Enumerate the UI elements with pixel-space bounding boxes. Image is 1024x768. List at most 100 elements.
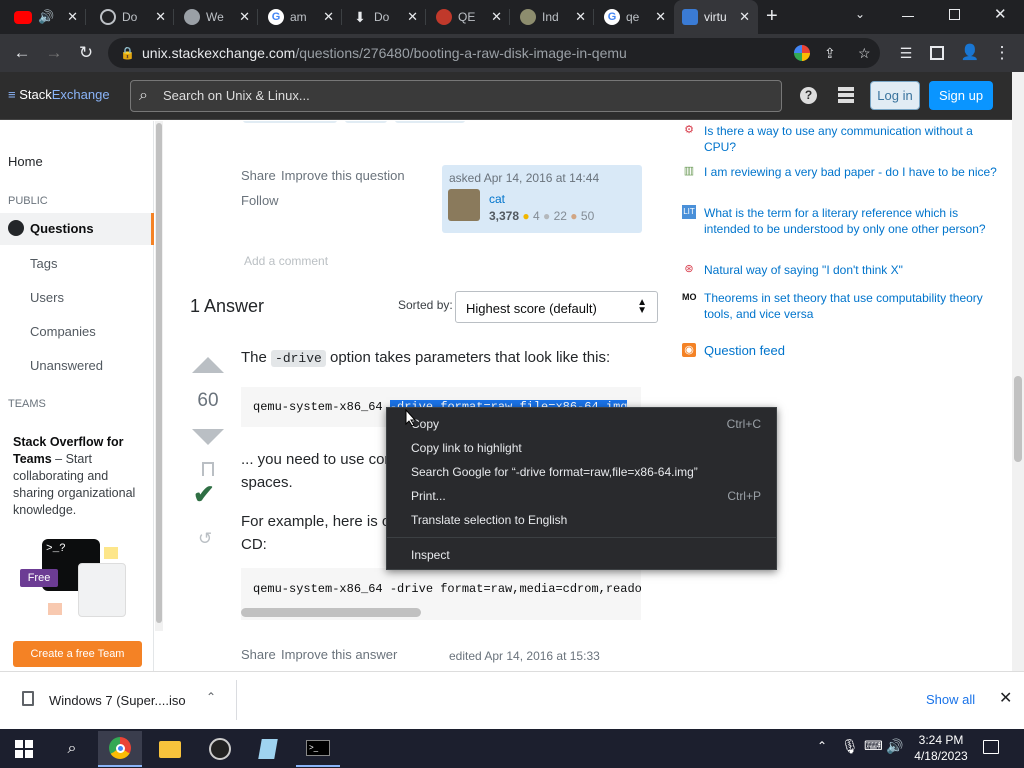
improve-question-link[interactable]: Improve this question <box>281 168 405 183</box>
user-link[interactable]: cat <box>489 192 505 206</box>
tab-ind[interactable]: Ind ✕ <box>512 0 594 34</box>
page-scrollbar[interactable] <box>1012 72 1024 671</box>
chevron-up-icon[interactable]: ⌃ <box>206 690 216 704</box>
clock[interactable]: 3:24 PM 4/18/2023 <box>906 732 976 764</box>
media-controls-icon[interactable]: ☰ <box>894 41 918 65</box>
tab-qe-google[interactable]: G qe ✕ <box>596 0 674 34</box>
tab-we[interactable]: We ✕ <box>176 0 258 34</box>
share-icon[interactable]: ⇪ <box>824 38 836 68</box>
close-tab-icon[interactable]: ✕ <box>739 9 750 25</box>
hot-question-link[interactable]: ⊛ Natural way of saying "I don't think X" <box>684 262 1004 278</box>
tab-virtu-active[interactable]: virtu ✕ <box>674 0 758 34</box>
tab-qe[interactable]: QE ✕ <box>428 0 510 34</box>
silver-count: 22 <box>553 209 567 223</box>
signup-button[interactable]: Sign up <box>929 81 993 110</box>
hot-question-link[interactable]: MO Theorems in set theory that use comput… <box>682 290 1004 322</box>
downvote-button[interactable] <box>192 429 224 445</box>
login-button[interactable]: Log in <box>870 81 920 110</box>
logo-exchange-text: Exchange <box>51 87 110 102</box>
menu-item-print[interactable]: Print... Ctrl+P <box>411 489 761 503</box>
notepad-icon[interactable] <box>246 731 290 767</box>
menu-item-copy[interactable]: Copy Ctrl+C <box>411 417 761 431</box>
nav-users[interactable]: Users <box>30 290 64 305</box>
code-scrollbar[interactable] <box>241 608 421 617</box>
nav-unanswered[interactable]: Unanswered <box>30 358 103 373</box>
history-icon[interactable]: ↺ <box>198 529 212 549</box>
stackexchange-logo[interactable]: ≡ StackExchange <box>8 87 110 102</box>
follow-question-link[interactable]: Follow <box>241 193 279 208</box>
page-scroll-thumb[interactable] <box>1014 376 1022 462</box>
hot-question-link[interactable]: ▥ I am reviewing a very bad paper - do I … <box>684 164 1004 180</box>
hot-question-link[interactable]: LIT What is the term for a literary refer… <box>682 205 1004 237</box>
tab-search-chevron-icon[interactable]: ⌄ <box>855 7 865 21</box>
menu-item-translate[interactable]: Translate selection to English <box>411 513 761 527</box>
download-item[interactable]: Windows 7 (Super....iso ⌃ <box>0 672 236 729</box>
close-window-button[interactable]: ✕ <box>994 5 1007 23</box>
menu-item-copy-link[interactable]: Copy link to highlight <box>411 441 761 455</box>
reload-button[interactable]: ↻ <box>74 41 98 65</box>
close-download-shelf-icon[interactable]: ✕ <box>999 688 1012 708</box>
question-feed-link[interactable]: ◉ Question feed <box>682 343 1004 359</box>
chrome-taskbar-icon[interactable] <box>98 731 142 767</box>
network-icon[interactable]: ⌨ <box>864 738 883 754</box>
close-tab-icon[interactable]: ✕ <box>323 9 334 25</box>
microphone-icon[interactable]: 🎙 <box>841 738 859 755</box>
close-tab-icon[interactable]: ✕ <box>491 9 502 25</box>
bookmark-star-icon[interactable]: ☆ <box>858 38 871 68</box>
close-tab-icon[interactable]: ✕ <box>575 9 586 25</box>
search-icon[interactable]: ⌕ <box>50 731 94 767</box>
nav-home[interactable]: Home <box>8 154 43 169</box>
nav-tags[interactable]: Tags <box>30 256 57 271</box>
volume-icon[interactable]: 🔊 <box>886 738 903 755</box>
search-input[interactable]: ⌕ Search on Unix & Linux... <box>130 80 782 112</box>
avatar[interactable] <box>448 189 480 221</box>
notifications-icon[interactable] <box>983 740 999 754</box>
tab-am[interactable]: G am ✕ <box>260 0 342 34</box>
close-tab-icon[interactable]: ✕ <box>239 9 250 25</box>
tray-chevron-icon[interactable]: ⌃ <box>817 739 827 753</box>
share-answer-link[interactable]: Share <box>241 647 276 662</box>
google-lens-icon[interactable] <box>794 45 810 61</box>
restore-button[interactable] <box>949 9 960 20</box>
minimize-button[interactable] <box>902 16 914 17</box>
share-question-link[interactable]: Share <box>241 168 276 183</box>
file-explorer-icon[interactable] <box>148 731 192 767</box>
menu-kebab-icon[interactable]: ⋮ <box>990 41 1014 65</box>
leftnav-scrollbar[interactable] <box>155 121 163 631</box>
address-bar[interactable]: 🔒 unix.stackexchange.com/questions/27648… <box>108 38 880 68</box>
profile-icon[interactable]: 👤 <box>958 41 982 65</box>
sort-select[interactable]: Highest score (default) ▲ ▼ <box>455 291 658 323</box>
create-team-button[interactable]: Create a free Team <box>13 641 142 667</box>
windows-start-icon[interactable] <box>2 731 46 767</box>
show-all-button[interactable]: Show all <box>926 692 975 707</box>
terminal-taskbar-icon[interactable]: >_ <box>296 731 340 767</box>
back-button[interactable]: ← <box>10 41 34 65</box>
menu-item-search-google[interactable]: Search Google for “-drive format=raw,fil… <box>411 465 761 479</box>
nav-public-header: PUBLIC <box>8 195 48 207</box>
tab-youtube[interactable]: 🔊 ✕ <box>6 0 86 34</box>
tab-do-2[interactable]: ⬇ Do ✕ <box>344 0 426 34</box>
upvote-button[interactable] <box>192 357 224 373</box>
close-tab-icon[interactable]: ✕ <box>155 9 166 25</box>
close-tab-icon[interactable]: ✕ <box>67 9 78 25</box>
improve-answer-link[interactable]: Improve this answer <box>281 647 397 662</box>
add-comment-link[interactable]: Add a comment <box>244 254 328 268</box>
asker-card: asked Apr 14, 2016 at 14:44 cat 3,378 ● … <box>442 165 642 233</box>
new-tab-button[interactable]: + <box>766 5 778 28</box>
text: Question feed <box>704 343 785 358</box>
menu-item-inspect[interactable]: Inspect <box>411 548 761 562</box>
forward-button[interactable]: → <box>42 41 66 65</box>
side-panel-icon[interactable] <box>930 46 944 60</box>
close-tab-icon[interactable]: ✕ <box>407 9 418 25</box>
close-tab-icon[interactable]: ✕ <box>655 9 666 25</box>
bookmark-icon[interactable] <box>202 462 214 476</box>
obs-icon[interactable] <box>198 731 242 767</box>
help-icon[interactable]: ? <box>800 87 817 104</box>
text: Is there a way to use any communication … <box>704 124 973 154</box>
nav-questions[interactable]: Questions <box>0 213 154 245</box>
nav-companies[interactable]: Companies <box>30 324 96 339</box>
menu-shortcut: Ctrl+P <box>727 489 761 503</box>
hot-question-link[interactable]: ⚙ Is there a way to use any communication… <box>684 123 1004 155</box>
tab-do-1[interactable]: Do ✕ <box>92 0 174 34</box>
site-switcher-icon[interactable] <box>838 87 854 103</box>
